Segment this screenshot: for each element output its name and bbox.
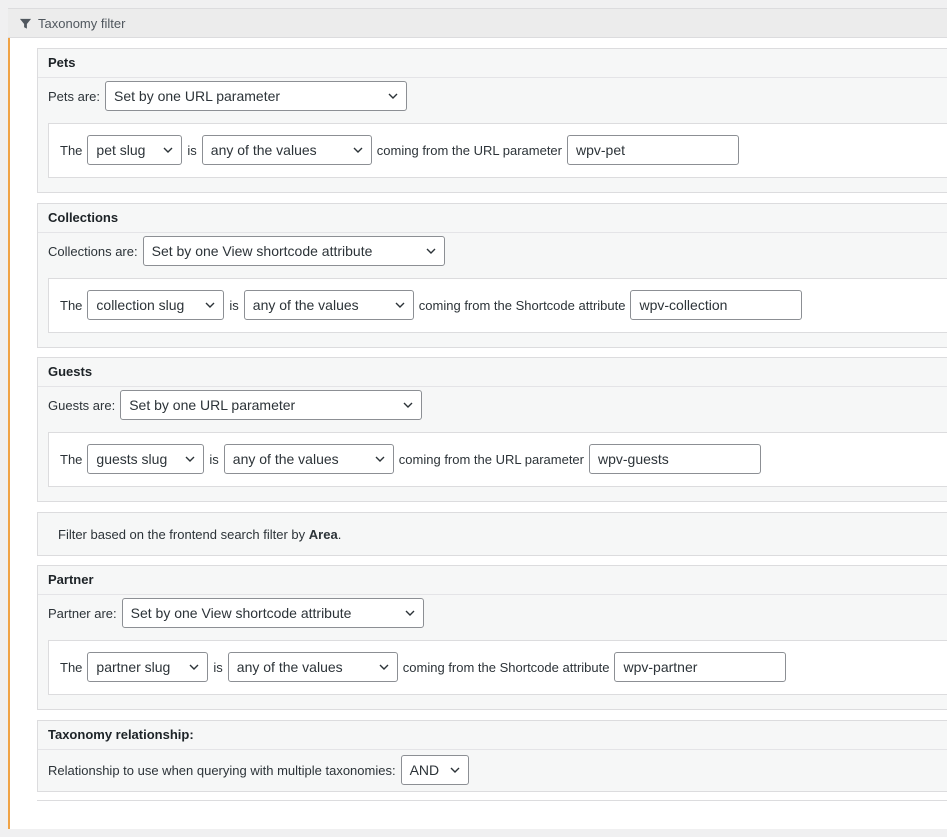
filter-funnel-icon bbox=[19, 18, 32, 29]
chevron-down-icon bbox=[205, 302, 215, 308]
section-title: Partner bbox=[48, 572, 94, 587]
slug-select[interactable]: pet slug bbox=[87, 135, 183, 165]
the-label: The bbox=[60, 297, 83, 313]
frontend-filter-note: Filter based on the frontend search filt… bbox=[37, 512, 947, 556]
chevron-down-icon bbox=[395, 302, 405, 308]
chevron-down-icon bbox=[185, 456, 195, 462]
filter-condition-box: The partner slug is any of the values co… bbox=[48, 640, 947, 695]
coming-from-label: coming from the Shortcode attribute bbox=[402, 659, 610, 675]
is-label: is bbox=[213, 659, 223, 675]
is-label: is bbox=[187, 142, 197, 158]
section-taxonomy-relationship: Taxonomy relationship: Relationship to u… bbox=[37, 720, 947, 792]
chevron-down-icon bbox=[189, 664, 199, 670]
chevron-down-icon bbox=[353, 147, 363, 153]
param-input[interactable]: wpv-collection bbox=[630, 290, 803, 320]
mode-row: Pets are: Set by one URL parameter bbox=[48, 81, 408, 111]
note-field: Area bbox=[308, 526, 338, 542]
coming-from-label: coming from the URL parameter bbox=[398, 451, 584, 467]
condition-row: The collection slug is any of the values… bbox=[60, 290, 803, 320]
section-guests: Guests Guests are: Set by one URL parame… bbox=[37, 357, 947, 502]
panel-header: Taxonomy filter bbox=[8, 9, 947, 38]
section-title: Collections bbox=[48, 210, 119, 225]
section-title: Pets bbox=[48, 55, 76, 70]
param-input[interactable]: wpv-partner bbox=[614, 652, 787, 682]
accent-bar bbox=[8, 38, 10, 829]
section-title: Taxonomy relationship: bbox=[48, 727, 194, 742]
condition-row: The pet slug is any of the values coming… bbox=[60, 135, 739, 165]
note-prefix: Filter based on the frontend search filt… bbox=[58, 526, 306, 542]
coming-from-label: coming from the URL parameter bbox=[376, 142, 562, 158]
is-label: is bbox=[229, 297, 239, 313]
chevron-down-icon bbox=[426, 248, 436, 254]
operator-select[interactable]: any of the values bbox=[223, 444, 394, 474]
chevron-down-icon bbox=[405, 610, 415, 616]
mode-select[interactable]: Set by one URL parameter bbox=[105, 81, 408, 111]
operator-select[interactable]: any of the values bbox=[227, 652, 398, 682]
mode-select[interactable]: Set by one View shortcode attribute bbox=[142, 236, 445, 266]
slug-select[interactable]: collection slug bbox=[87, 290, 225, 320]
taxonomy-filter-panel: Taxonomy filter Pets Pets are: Set by on… bbox=[8, 8, 947, 829]
mode-row: Guests are: Set by one URL parameter bbox=[48, 390, 423, 420]
mode-label: Partner are: bbox=[48, 605, 117, 621]
slug-select[interactable]: partner slug bbox=[87, 652, 209, 682]
operator-select[interactable]: any of the values bbox=[243, 290, 414, 320]
chevron-down-icon bbox=[379, 664, 389, 670]
relationship-row: Relationship to use when querying with m… bbox=[48, 755, 469, 785]
chevron-down-icon bbox=[163, 147, 173, 153]
mode-label: Collections are: bbox=[48, 243, 138, 259]
mode-row: Collections are: Set by one View shortco… bbox=[48, 236, 445, 266]
the-label: The bbox=[60, 451, 83, 467]
filter-condition-box: The collection slug is any of the values… bbox=[48, 278, 947, 333]
the-label: The bbox=[60, 659, 83, 675]
panel-title: Taxonomy filter bbox=[38, 15, 126, 31]
condition-row: The partner slug is any of the values co… bbox=[60, 652, 787, 682]
condition-row: The guests slug is any of the values com… bbox=[60, 444, 761, 474]
operator-select[interactable]: any of the values bbox=[201, 135, 372, 165]
param-input[interactable]: wpv-guests bbox=[589, 444, 761, 474]
section-collections: Collections Collections are: Set by one … bbox=[37, 203, 947, 348]
mode-select[interactable]: Set by one URL parameter bbox=[120, 390, 423, 420]
filter-condition-box: The pet slug is any of the values coming… bbox=[48, 123, 947, 178]
note-suffix: . bbox=[337, 526, 342, 542]
bottom-divider bbox=[37, 800, 947, 801]
slug-select[interactable]: guests slug bbox=[87, 444, 205, 474]
relationship-select[interactable]: AND bbox=[400, 755, 469, 785]
mode-label: Guests are: bbox=[48, 397, 116, 413]
chevron-down-icon bbox=[403, 402, 413, 408]
mode-label: Pets are: bbox=[48, 88, 101, 104]
mode-row: Partner are: Set by one View shortcode a… bbox=[48, 598, 424, 628]
chevron-down-icon bbox=[375, 456, 385, 462]
section-partner: Partner Partner are: Set by one View sho… bbox=[37, 565, 947, 710]
the-label: The bbox=[60, 142, 83, 158]
section-pets: Pets Pets are: Set by one URL parameter … bbox=[37, 48, 947, 193]
filter-condition-box: The guests slug is any of the values com… bbox=[48, 432, 947, 487]
section-title: Guests bbox=[48, 364, 93, 379]
chevron-down-icon bbox=[450, 767, 460, 773]
mode-select[interactable]: Set by one View shortcode attribute bbox=[121, 598, 424, 628]
relationship-label: Relationship to use when querying with m… bbox=[48, 762, 396, 778]
coming-from-label: coming from the Shortcode attribute bbox=[418, 297, 626, 313]
chevron-down-icon bbox=[388, 93, 398, 99]
param-input[interactable]: wpv-pet bbox=[567, 135, 739, 165]
is-label: is bbox=[209, 451, 219, 467]
